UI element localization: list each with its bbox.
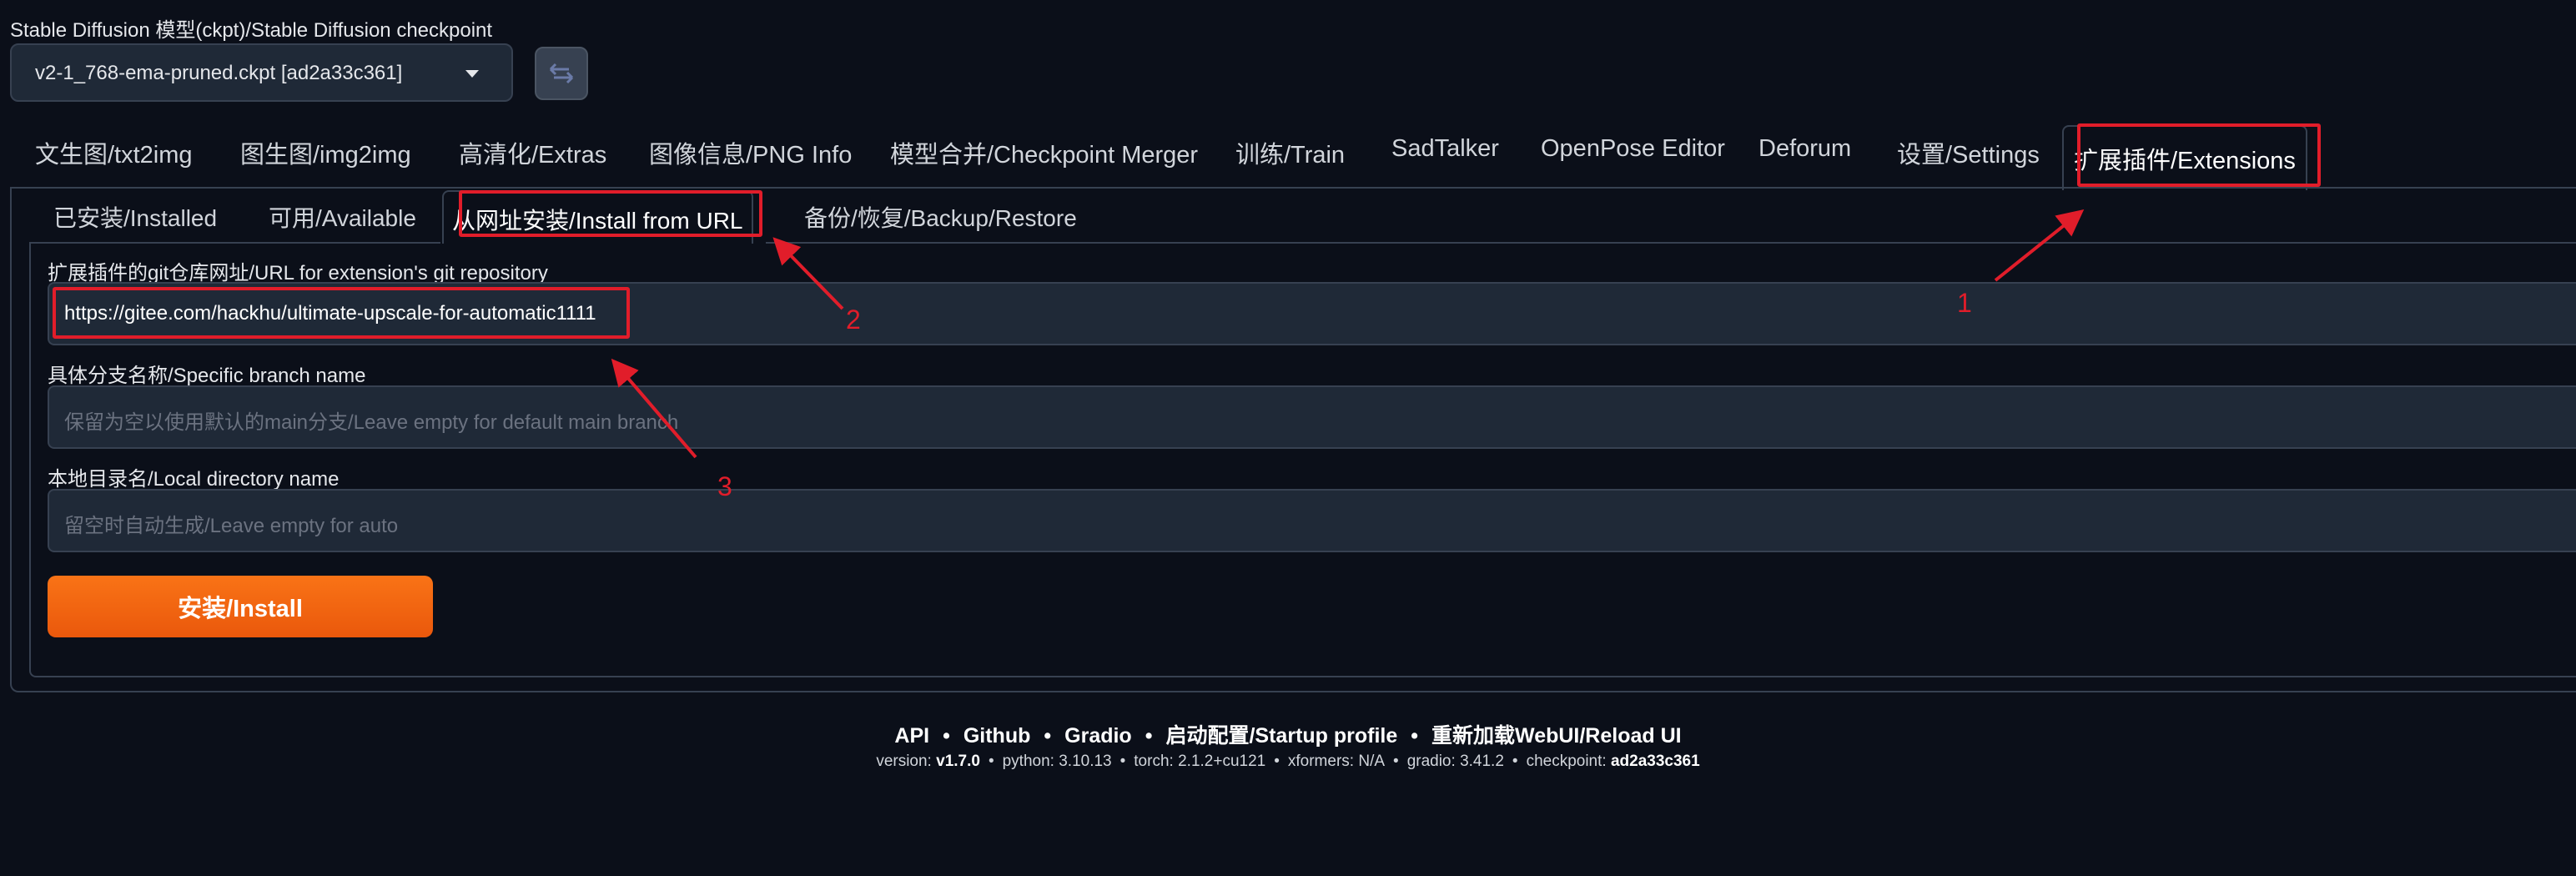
annotation-arrows xyxy=(611,209,2085,459)
annotation-arrow-3 xyxy=(611,358,697,459)
annotation-arrow-2 xyxy=(772,237,844,310)
annotation-arrow-1 xyxy=(1994,209,2085,282)
